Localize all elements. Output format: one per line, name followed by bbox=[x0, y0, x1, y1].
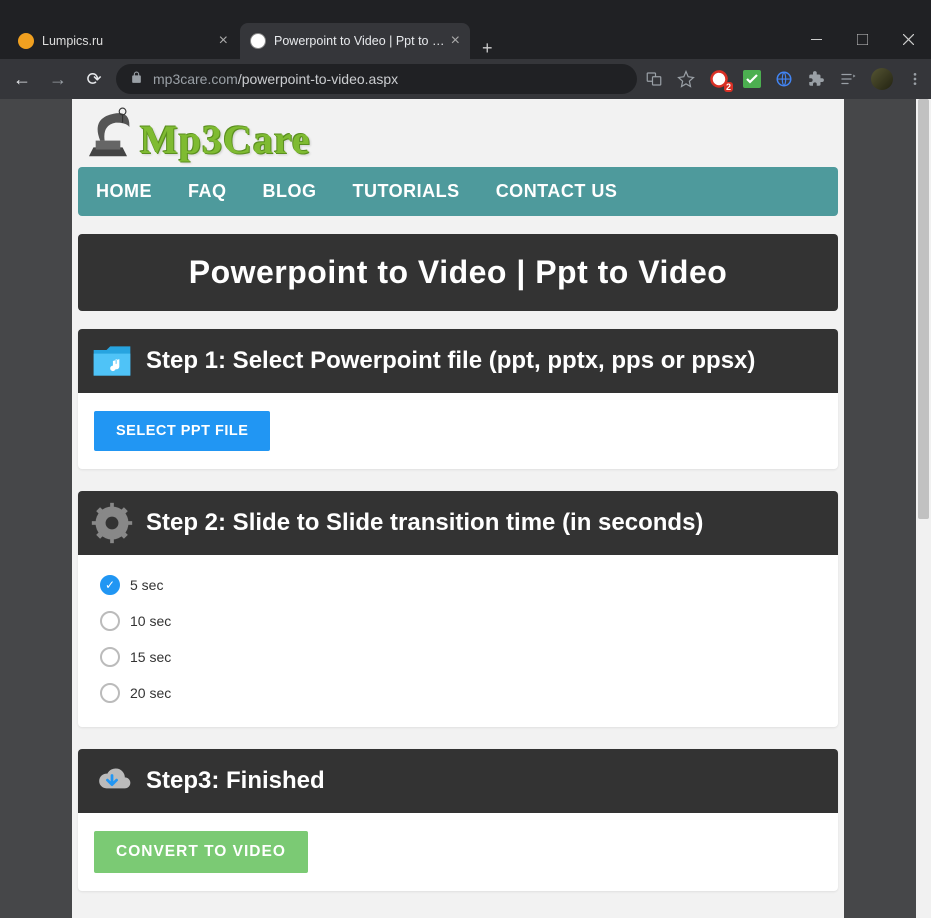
step3-panel: Step3: Finished CONVERT TO VIDEO bbox=[78, 749, 838, 891]
browser-toolbar: ← → ⟳ mp3care.com/powerpoint-to-video.as… bbox=[0, 59, 931, 99]
page-gutter-right bbox=[844, 99, 916, 918]
page-gutter-left bbox=[0, 99, 72, 918]
radio-label: 5 sec bbox=[130, 577, 163, 593]
favicon-icon bbox=[18, 33, 34, 49]
browser-viewport: Mp3Care HOME FAQ BLOG TUTORIALS CONTACT … bbox=[0, 99, 931, 918]
page-title: Powerpoint to Video | Ppt to Video bbox=[78, 234, 838, 311]
vertical-scrollbar[interactable] bbox=[916, 99, 931, 918]
url-path: /powerpoint-to-video.aspx bbox=[238, 71, 398, 87]
cloud-download-icon bbox=[90, 759, 134, 803]
radio-icon bbox=[100, 683, 120, 703]
translate-icon[interactable] bbox=[645, 70, 663, 88]
lock-icon bbox=[130, 71, 143, 87]
nav-faq[interactable]: FAQ bbox=[170, 167, 245, 216]
window-titlebar bbox=[0, 0, 931, 15]
address-bar[interactable]: mp3care.com/powerpoint-to-video.aspx bbox=[116, 64, 637, 94]
convert-button[interactable]: CONVERT TO VIDEO bbox=[94, 831, 308, 873]
extension-area: 2 bbox=[645, 68, 923, 90]
radio-icon: ✓ bbox=[100, 575, 120, 595]
close-icon[interactable]: × bbox=[451, 32, 460, 50]
tab-title: Powerpoint to Video | Ppt to Vide bbox=[274, 34, 445, 48]
main-nav: HOME FAQ BLOG TUTORIALS CONTACT US bbox=[78, 167, 838, 216]
extensions-icon[interactable] bbox=[807, 70, 825, 88]
step2-heading-text: Step 2: Slide to Slide transition time (… bbox=[146, 509, 703, 537]
folder-music-icon bbox=[90, 339, 134, 383]
step3-heading: Step3: Finished bbox=[78, 749, 838, 813]
checkmark-extension-icon[interactable] bbox=[743, 70, 761, 88]
nav-contact[interactable]: CONTACT US bbox=[478, 167, 636, 216]
forward-button[interactable]: → bbox=[44, 65, 72, 93]
menu-icon[interactable] bbox=[907, 71, 923, 87]
radio-15sec[interactable]: 15 sec bbox=[78, 639, 838, 675]
step1-heading-text: Step 1: Select Powerpoint file (ppt, ppt… bbox=[146, 347, 755, 375]
step2-panel: Step 2: Slide to Slide transition time (… bbox=[78, 491, 838, 727]
reload-button[interactable]: ⟳ bbox=[80, 65, 108, 93]
radio-label: 20 sec bbox=[130, 685, 171, 701]
radio-5sec[interactable]: ✓ 5 sec bbox=[78, 567, 838, 603]
star-icon[interactable] bbox=[677, 70, 695, 88]
tab-title: Lumpics.ru bbox=[42, 34, 213, 48]
badge-count: 2 bbox=[724, 82, 733, 92]
nav-tutorials[interactable]: TUTORIALS bbox=[335, 167, 478, 216]
step3-heading-text: Step3: Finished bbox=[146, 767, 325, 795]
nav-blog[interactable]: BLOG bbox=[245, 167, 335, 216]
radio-10sec[interactable]: 10 sec bbox=[78, 603, 838, 639]
select-ppt-button[interactable]: SELECT PPT FILE bbox=[94, 411, 270, 451]
close-window-button[interactable] bbox=[885, 19, 931, 59]
step2-heading: Step 2: Slide to Slide transition time (… bbox=[78, 491, 838, 555]
browser-tab-strip: Lumpics.ru × Powerpoint to Video | Ppt t… bbox=[0, 15, 931, 59]
adblock-extension-icon[interactable]: 2 bbox=[709, 69, 729, 89]
close-icon[interactable]: × bbox=[219, 32, 228, 50]
step1-panel: Step 1: Select Powerpoint file (ppt, ppt… bbox=[78, 329, 838, 469]
radio-icon bbox=[100, 611, 120, 631]
reading-list-icon[interactable] bbox=[839, 70, 857, 88]
scrollbar-thumb[interactable] bbox=[918, 99, 929, 519]
logo-text: Mp3Care bbox=[140, 116, 311, 163]
radio-icon bbox=[100, 647, 120, 667]
site-logo[interactable]: Mp3Care bbox=[80, 107, 844, 163]
back-button[interactable]: ← bbox=[8, 65, 36, 93]
gear-icon bbox=[90, 501, 134, 545]
minimize-button[interactable] bbox=[793, 19, 839, 59]
page-content: Mp3Care HOME FAQ BLOG TUTORIALS CONTACT … bbox=[72, 99, 844, 918]
maximize-button[interactable] bbox=[839, 19, 885, 59]
browser-tab-lumpics[interactable]: Lumpics.ru × bbox=[8, 23, 238, 59]
nav-home[interactable]: HOME bbox=[78, 167, 170, 216]
gramophone-icon bbox=[80, 107, 136, 163]
step1-heading: Step 1: Select Powerpoint file (ppt, ppt… bbox=[78, 329, 838, 393]
browser-tab-mp3care[interactable]: Powerpoint to Video | Ppt to Vide × bbox=[240, 23, 470, 59]
radio-label: 10 sec bbox=[130, 613, 171, 629]
profile-avatar[interactable] bbox=[871, 68, 893, 90]
url-domain: mp3care.com bbox=[153, 71, 238, 87]
radio-label: 15 sec bbox=[130, 649, 171, 665]
radio-20sec[interactable]: 20 sec bbox=[78, 675, 838, 711]
site-header: Mp3Care bbox=[72, 99, 844, 167]
globe-extension-icon[interactable] bbox=[775, 70, 793, 88]
new-tab-button[interactable]: + bbox=[472, 38, 503, 59]
favicon-icon bbox=[250, 33, 266, 49]
window-controls bbox=[793, 19, 931, 59]
